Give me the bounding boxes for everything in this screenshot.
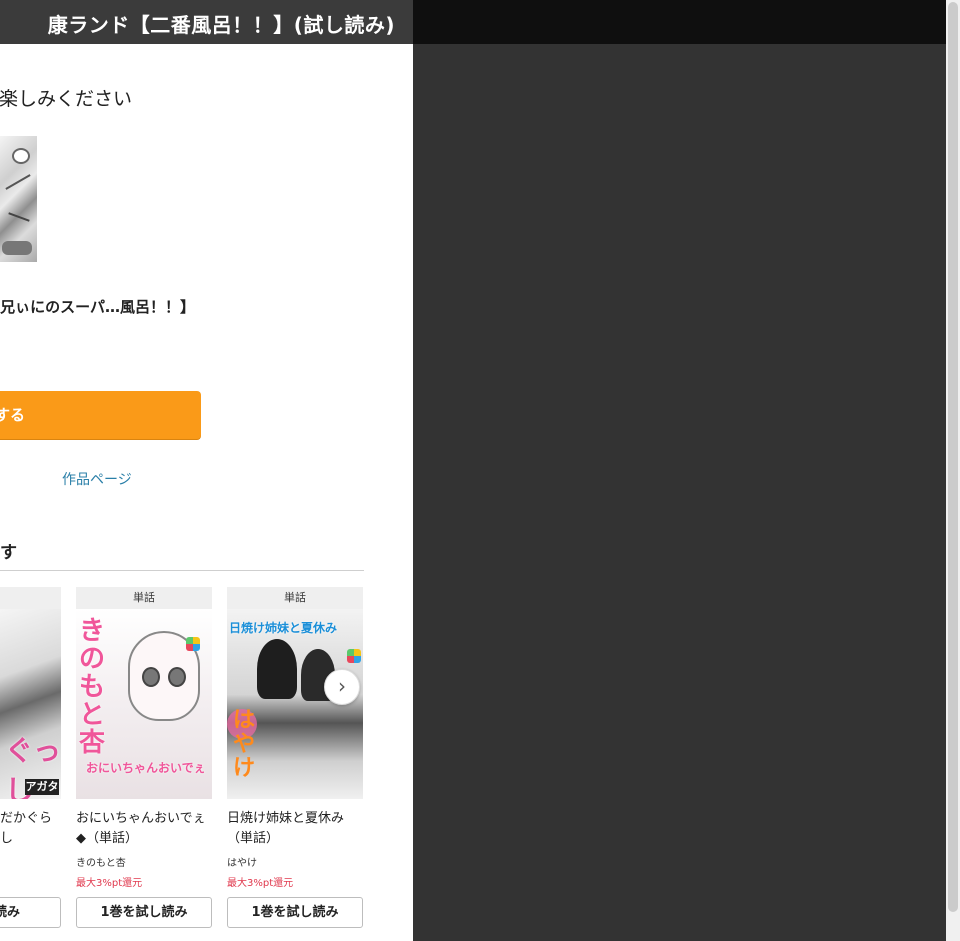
top-bar: 康ランド【二番風呂！！】(試し読み): [0, 0, 946, 44]
page-scrollbar[interactable]: [946, 0, 960, 941]
card-title[interactable]: だかぐらし: [0, 809, 61, 849]
card-cover-image[interactable]: きのもと杏 おにいちゃんおいでぇ: [76, 609, 212, 799]
cover-caption: はやけ: [233, 708, 256, 781]
carousel-next-button[interactable]: ›: [324, 669, 360, 705]
section-divider: [0, 570, 364, 571]
badge-cube-icon: [347, 649, 361, 663]
thanks-heading: 楽しみください: [0, 88, 132, 110]
recommend-card[interactable]: 話 ぐっし アガタ だかぐらし 読み: [0, 587, 61, 928]
card-author[interactable]: はやけ: [227, 854, 363, 869]
content-panel: 楽しみください 兄ぃにのスーパ…風呂！！】 する 作品ページ す 話 ぐっし ア…: [0, 44, 413, 941]
title-bar: 康ランド【二番風呂！！】(試し読み): [0, 0, 413, 44]
work-cover-image[interactable]: [0, 136, 37, 262]
scrollbar-thumb[interactable]: [948, 2, 958, 912]
cover-title: 日焼け姉妹と夏休み: [229, 621, 338, 635]
page-title: 康ランド【二番風呂！！】(試し読み): [47, 13, 395, 37]
format-badge: 話: [0, 587, 61, 609]
format-badge: 単話: [76, 587, 212, 609]
trial-read-button[interactable]: 1巻を試し読み: [227, 897, 363, 928]
card-title[interactable]: おにいちゃんおいでぇ◆（単話）: [76, 809, 212, 849]
chevron-right-icon: ›: [338, 674, 346, 698]
work-subtitle: 兄ぃにのスーパ…風呂！！】: [0, 298, 195, 316]
recommend-card[interactable]: 単話 日焼け姉妹と夏休み はやけ 日焼け姉妹と夏休み（単話） はやけ 最大3%p…: [227, 587, 363, 928]
recommend-card[interactable]: 単話 きのもと杏 おにいちゃんおいでぇ おにいちゃんおいでぇ◆（単話） きのもと…: [76, 587, 212, 928]
card-cover-image[interactable]: ぐっし アガタ: [0, 609, 61, 799]
trial-read-button[interactable]: 1巻を試し読み: [76, 897, 212, 928]
cover-caption: おにいちゃんおいでぇ: [86, 761, 206, 775]
primary-action-button[interactable]: する: [0, 391, 201, 439]
card-title[interactable]: 日焼け姉妹と夏休み（単話）: [227, 809, 363, 849]
points-badge: 最大3%pt還元: [76, 878, 143, 889]
points-badge: 最大3%pt還元: [227, 878, 294, 889]
recommend-section-title: す: [0, 543, 17, 563]
primary-action-label: する: [0, 406, 25, 424]
card-author[interactable]: きのもと杏: [76, 854, 212, 869]
trial-read-button[interactable]: 読み: [0, 897, 61, 928]
work-page-link[interactable]: 作品ページ: [62, 469, 132, 489]
cover-title: きのもと杏: [79, 616, 106, 758]
cover-caption: アガタ: [25, 779, 59, 795]
format-badge: 単話: [227, 587, 363, 609]
badge-cube-icon: [186, 637, 200, 651]
